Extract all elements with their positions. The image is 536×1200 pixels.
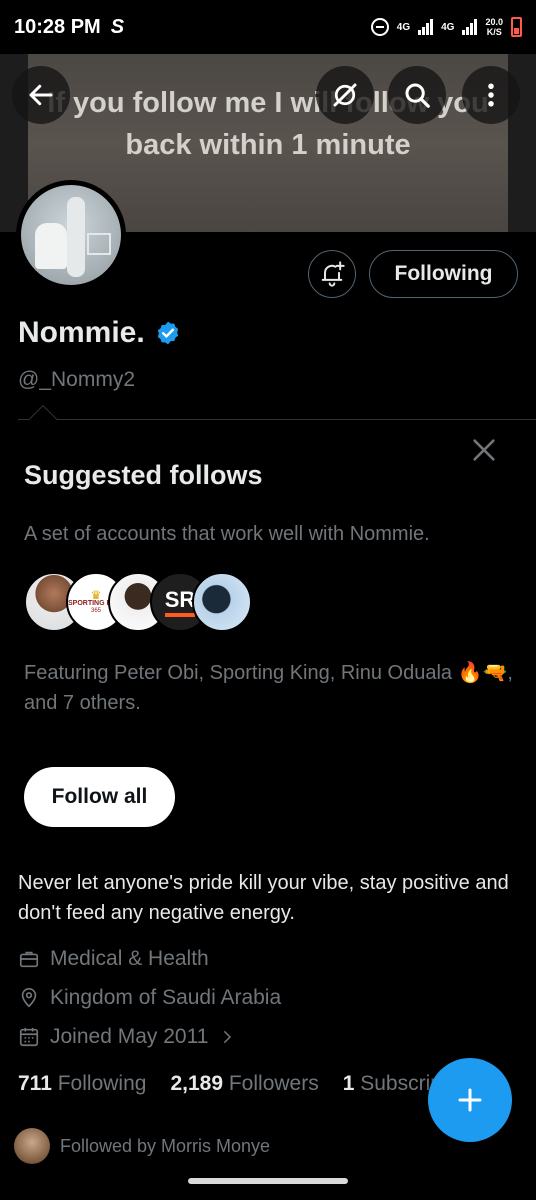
back-button[interactable] <box>12 66 70 124</box>
search-button[interactable] <box>388 66 446 124</box>
suggested-avatars[interactable]: ♛ SPORTING KING 365 SR <box>24 572 252 634</box>
speed-value: 20.0 <box>485 17 503 27</box>
followed-by-text: Followed by Morris Monye <box>60 1135 271 1156</box>
suggested-avatar-5 <box>192 572 252 632</box>
signal-icon-2 <box>462 19 478 35</box>
network-type-2: 4G <box>441 21 455 33</box>
app-notification-icon: S <box>110 15 125 38</box>
subscriptions-count: 1 <box>342 1072 355 1095</box>
location-text: Kingdom of Saudi Arabia <box>50 986 282 1009</box>
profile-joined[interactable]: Joined May 2011 <box>18 1025 236 1049</box>
followers-count: 2,189 <box>170 1072 224 1095</box>
search-icon <box>405 83 430 108</box>
featuring-text: Featuring Peter Obi, Sporting King, Rinu… <box>24 662 513 714</box>
suggested-follows-description: A set of accounts that work well with No… <box>24 523 430 545</box>
profile-stats: 711 Following 2,189 Followers 1 Subscrip… <box>18 1072 476 1096</box>
follower-avatar <box>14 1128 50 1164</box>
do-not-disturb-icon <box>370 18 389 36</box>
category-text: Medical & Health <box>50 947 209 970</box>
notifications-button[interactable] <box>308 250 356 298</box>
network-type-1: 4G <box>396 21 411 33</box>
follow-all-button[interactable]: Follow all <box>24 767 175 827</box>
speed-unit: K/S <box>486 27 502 37</box>
profile-name-row: Nommie. <box>18 316 181 350</box>
section-divider <box>18 419 536 420</box>
avatar-figure-shape <box>67 197 85 277</box>
grok-button[interactable] <box>316 66 374 124</box>
followers-stat[interactable]: 2,189 Followers <box>170 1072 318 1096</box>
chevron-right-icon <box>224 1031 232 1043</box>
briefcase-icon <box>19 951 39 968</box>
joined-text: Joined May 2011 <box>50 1025 209 1048</box>
following-stat[interactable]: 711 Following <box>18 1072 146 1096</box>
location-pin-icon <box>21 988 37 1008</box>
avatar-2-sublabel: 365 <box>90 607 101 614</box>
following-count: 711 <box>18 1072 52 1095</box>
avatar-frame-shape <box>87 233 111 255</box>
profile-avatar[interactable] <box>16 180 126 290</box>
more-vertical-icon <box>488 83 494 107</box>
grok-icon <box>333 83 357 107</box>
network-speed: 20.0 K/S <box>485 17 503 37</box>
profile-handle: @_Nommy2 <box>18 368 136 391</box>
followers-label: Followers <box>228 1072 319 1095</box>
calendar-icon <box>19 1027 39 1047</box>
verified-badge-icon <box>157 321 178 345</box>
suggestion-pointer <box>28 404 58 434</box>
profile-location: Kingdom of Saudi Arabia <box>18 986 281 1010</box>
profile-category: Medical & Health <box>18 947 209 971</box>
following-button[interactable]: Following <box>369 250 518 298</box>
plus-icon <box>458 1088 482 1112</box>
following-label: Following <box>57 1072 147 1095</box>
crown-icon: ♛ <box>90 587 102 602</box>
display-name: Nommie. <box>18 316 145 349</box>
more-options-button[interactable] <box>462 66 520 124</box>
avatar-chair-shape <box>35 223 67 269</box>
compose-post-button[interactable] <box>428 1058 512 1142</box>
status-bar: 10:28 PM S 4G 4G 20.0 K/S <box>0 0 536 54</box>
followed-by-row[interactable]: Followed by Morris Monye <box>14 1128 270 1164</box>
avatar-4-label: SR <box>164 587 196 617</box>
battery-icon <box>511 17 522 37</box>
signal-icon-1 <box>418 19 434 35</box>
bell-plus-icon <box>321 261 345 287</box>
status-time: 10:28 PM <box>14 15 101 38</box>
arrow-left-icon <box>29 84 53 106</box>
close-icon[interactable] <box>470 436 498 464</box>
suggested-follows-title: Suggested follows <box>24 460 263 490</box>
home-indicator[interactable] <box>188 1178 348 1184</box>
status-indicators: 4G 4G 20.0 K/S <box>370 17 522 37</box>
profile-bio: Never let anyone's pride kill your vibe,… <box>18 872 509 924</box>
